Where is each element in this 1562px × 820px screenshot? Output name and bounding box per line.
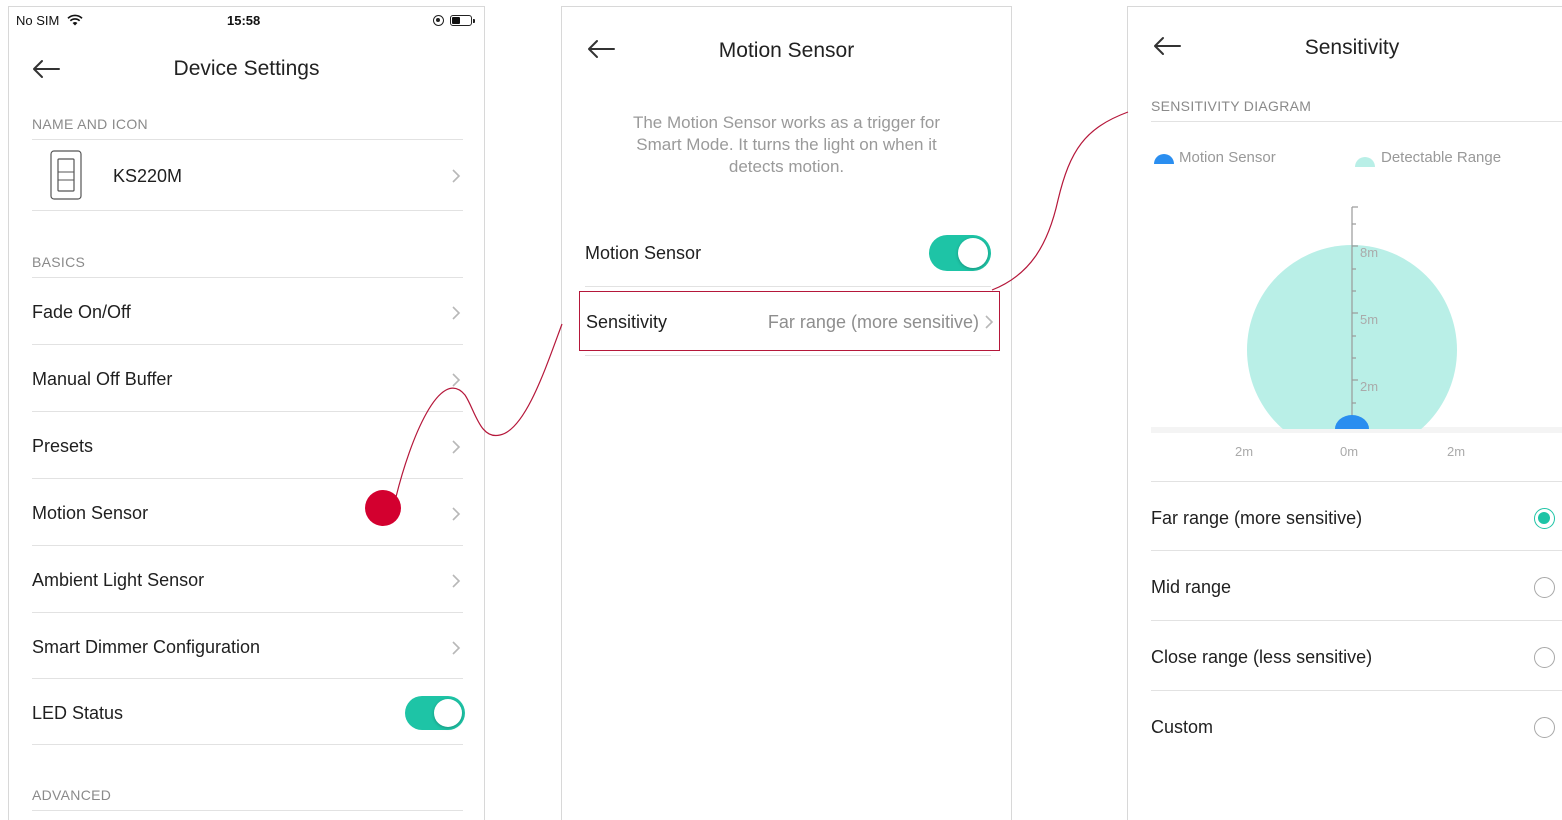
settings-item-label: LED Status — [32, 703, 124, 723]
option-far-range[interactable]: Far range (more sensitive) — [1151, 482, 1562, 550]
axis-label-center: 0m — [1340, 444, 1359, 459]
option-label: Custom — [1151, 717, 1214, 737]
page-title: Motion Sensor — [718, 39, 855, 62]
scale-label-8m: 8m — [1360, 245, 1379, 260]
wifi-icon — [67, 14, 83, 26]
led-status-toggle[interactable] — [405, 696, 465, 730]
settings-item-smart-dimmer-configuration[interactable]: Smart Dimmer Configuration — [32, 613, 463, 679]
chevron-right-icon — [985, 315, 994, 329]
settings-item-ambient-light-sensor[interactable]: Ambient Light Sensor — [32, 546, 463, 612]
option-mid-range[interactable]: Mid range — [1151, 551, 1562, 620]
sensitivity-diagram — [1151, 206, 1562, 433]
chevron-right-icon — [452, 641, 461, 655]
battery-icon — [450, 15, 475, 26]
radio-unselected[interactable] — [1534, 717, 1555, 738]
sensitivity-diagram-header: SENSITIVITY DIAGRAM — [1151, 98, 1312, 114]
chevron-right-icon — [452, 306, 461, 320]
sensitivity-label: Sensitivity — [586, 312, 668, 332]
settings-item-label: Smart Dimmer Configuration — [32, 637, 261, 657]
section-name-and-icon: NAME AND ICON — [32, 116, 148, 132]
rotation-lock-icon — [433, 15, 444, 26]
page-title: Sensitivity — [1304, 36, 1400, 59]
toggle-knob — [434, 699, 462, 727]
divider — [32, 210, 463, 211]
divider — [585, 355, 991, 356]
section-basics: BASICS — [32, 254, 86, 270]
range-blob-icon — [1355, 157, 1375, 167]
axis-label-left: 2m — [1235, 444, 1254, 459]
status-time: 15:58 — [227, 13, 261, 28]
description-line: Smart Mode. It turns the light on when i… — [636, 135, 937, 154]
sensitivity-screen: Sensitivity SENSITIVITY DIAGRAM Motion S… — [1127, 6, 1562, 820]
connector-line-2 — [991, 111, 1129, 291]
device-settings-screen: No SIM 15:58 Device Settings NAME AND IC… — [8, 6, 485, 820]
option-label: Far range (more sensitive) — [1151, 508, 1363, 528]
toggle-knob — [958, 238, 988, 268]
chevron-right-icon — [452, 574, 461, 588]
status-bar-right — [433, 13, 475, 28]
motion-sensor-label: Motion Sensor — [585, 243, 702, 263]
settings-item-fade[interactable]: Fade On/Off — [32, 278, 463, 344]
divider — [1151, 121, 1562, 122]
legend-label: Motion Sensor — [1179, 149, 1276, 166]
motion-sensor-toggle[interactable] — [929, 235, 991, 271]
settings-item-motion-sensor[interactable]: Motion Sensor — [32, 479, 463, 545]
chevron-right-icon — [452, 169, 461, 183]
device-name: KS220M — [113, 166, 183, 186]
section-advanced: ADVANCED — [32, 787, 112, 803]
divider — [32, 810, 463, 811]
settings-item-label: Motion Sensor — [32, 503, 149, 523]
option-label: Mid range — [1151, 577, 1232, 597]
device-name-row[interactable]: KS220M — [32, 140, 463, 210]
divider — [32, 744, 463, 745]
chevron-right-icon — [452, 373, 461, 387]
motion-sensor-description: The Motion Sensor works as a trigger for… — [562, 112, 1011, 178]
switch-device-icon — [50, 150, 82, 200]
chevron-right-icon — [452, 440, 461, 454]
radio-unselected[interactable] — [1534, 577, 1555, 598]
settings-item-label: Ambient Light Sensor — [32, 570, 205, 590]
motion-sensor-screen: Motion Sensor The Motion Sensor works as… — [561, 6, 1012, 820]
radio-unselected[interactable] — [1534, 647, 1555, 668]
sensitivity-row[interactable]: Sensitivity Far range (more sensitive) — [579, 291, 1000, 351]
radio-selected[interactable] — [1534, 508, 1555, 529]
description-line: detects motion. — [728, 157, 845, 176]
divider — [585, 286, 991, 287]
carrier-label: No SIM — [16, 13, 60, 28]
settings-item-label: Fade On/Off — [32, 302, 131, 322]
settings-item-label: Presets — [32, 436, 94, 456]
legend-label: Detectable Range — [1381, 149, 1502, 166]
chevron-right-icon — [452, 507, 461, 521]
scale-label-5m: 5m — [1360, 312, 1379, 327]
settings-item-led-status: LED Status — [32, 679, 465, 745]
scale-label-2m: 2m — [1360, 379, 1379, 394]
status-bar-left: No SIM — [16, 13, 83, 28]
description-line: The Motion Sensor works as a trigger for — [632, 113, 941, 132]
settings-item-presets[interactable]: Presets — [32, 412, 463, 478]
settings-item-label: Manual Off Buffer — [32, 369, 173, 389]
motion-sensor-toggle-row: Motion Sensor — [585, 222, 995, 284]
settings-item-manual-off-buffer[interactable]: Manual Off Buffer — [32, 345, 463, 411]
option-close-range[interactable]: Close range (less sensitive) — [1151, 621, 1562, 690]
option-label: Close range (less sensitive) — [1151, 647, 1373, 667]
page-title: Device Settings — [173, 57, 320, 80]
axis-label-right: 2m — [1447, 444, 1466, 459]
sensitivity-value: Far range (more sensitive) — [767, 312, 979, 332]
option-custom[interactable]: Custom — [1151, 691, 1562, 760]
sensor-dome-icon — [1154, 154, 1174, 164]
